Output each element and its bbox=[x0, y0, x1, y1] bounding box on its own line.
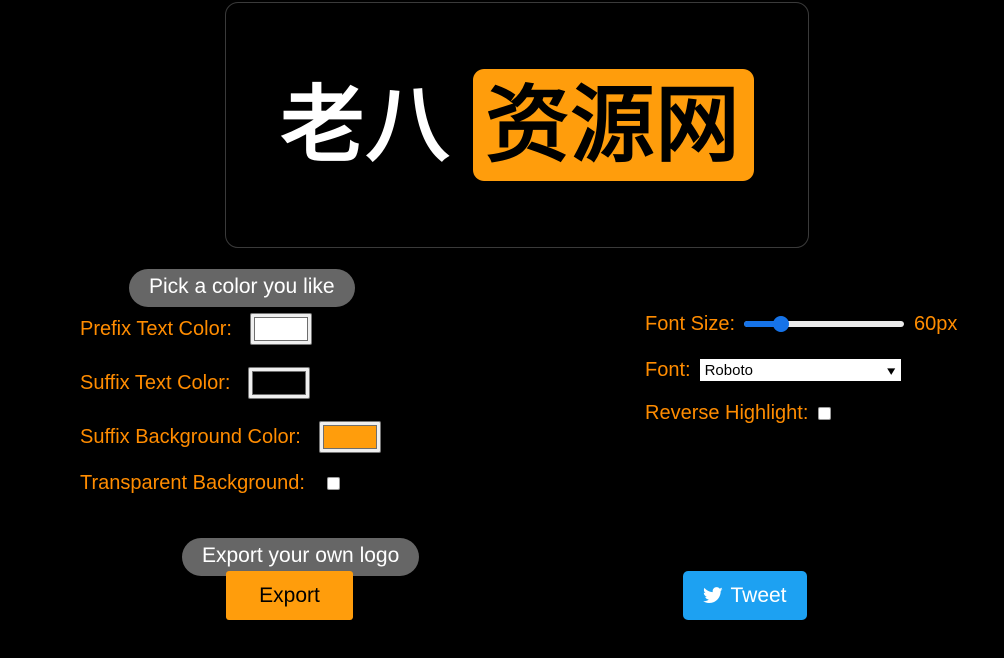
prefix-color-swatch bbox=[253, 317, 308, 341]
transparent-background-label: Transparent Background: bbox=[80, 472, 305, 494]
prefix-text-color-label: Prefix Text Color: bbox=[80, 318, 232, 340]
prefix-text-color-input[interactable] bbox=[249, 313, 312, 345]
slider-thumb[interactable] bbox=[772, 316, 789, 332]
suffix-text-color-label: Suffix Text Color: bbox=[80, 372, 231, 394]
suffix-color-swatch bbox=[252, 371, 307, 395]
transparent-background-row: Transparent Background: bbox=[80, 473, 340, 493]
slider-fill bbox=[744, 321, 777, 327]
tweet-button[interactable]: Tweet bbox=[683, 571, 807, 620]
font-family-selected-value: Roboto bbox=[704, 361, 753, 379]
logo-prefix-text: 老八 bbox=[280, 78, 451, 172]
font-size-value: 60px bbox=[914, 313, 958, 335]
font-family-select[interactable]: Roboto ▾ bbox=[698, 358, 902, 382]
suffix-background-color-input[interactable] bbox=[318, 421, 381, 453]
reverse-highlight-row: Reverse Highlight: bbox=[645, 402, 832, 424]
font-size-row: Font Size: 60px bbox=[645, 314, 957, 334]
suffix-background-color-row: Suffix Background Color: bbox=[80, 421, 381, 453]
tweet-button-label: Tweet bbox=[730, 584, 787, 607]
twitter-bird-icon bbox=[703, 587, 724, 604]
suffix-background-color-label: Suffix Background Color: bbox=[80, 426, 301, 448]
font-family-row: Font: Roboto ▾ bbox=[645, 358, 902, 382]
font-family-label: Font: bbox=[645, 359, 691, 381]
suffix-background-swatch bbox=[322, 425, 377, 449]
reverse-highlight-label: Reverse Highlight: bbox=[645, 402, 809, 424]
suffix-text-color-input[interactable] bbox=[248, 367, 311, 399]
font-size-label: Font Size: bbox=[645, 313, 736, 335]
transparent-background-checkbox[interactable] bbox=[326, 476, 340, 490]
logo-generator-page: 老八 资源网 Pick a color you like Prefix Text… bbox=[0, 0, 1004, 658]
logo-suffix-text: 资源网 bbox=[472, 69, 754, 181]
export-button[interactable]: Export bbox=[226, 571, 353, 620]
pick-color-tooltip: Pick a color you like bbox=[129, 269, 355, 308]
font-size-slider[interactable] bbox=[744, 316, 905, 332]
prefix-text-color-row: Prefix Text Color: bbox=[80, 313, 312, 345]
reverse-highlight-checkbox[interactable] bbox=[818, 406, 832, 420]
suffix-text-color-row: Suffix Text Color: bbox=[80, 367, 311, 399]
chevron-down-icon: ▾ bbox=[887, 362, 896, 378]
logo-text: 老八 资源网 bbox=[280, 69, 754, 181]
logo-preview-canvas[interactable]: 老八 资源网 bbox=[225, 2, 809, 248]
